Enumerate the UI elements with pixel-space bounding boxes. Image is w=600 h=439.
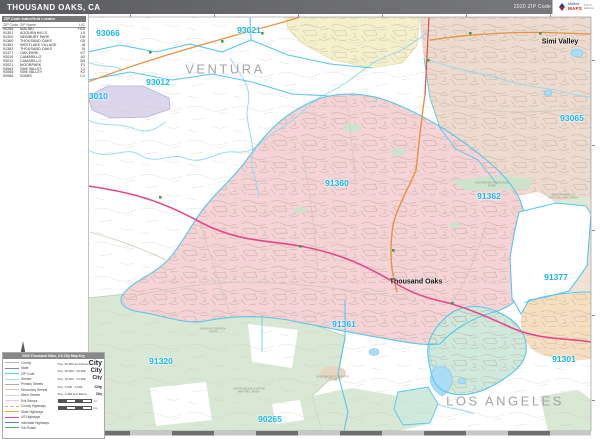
legend-item-label: Stream xyxy=(21,377,31,381)
zip-swatch xyxy=(5,373,19,374)
legend-population-item: Pop. 2,499 and Below City xyxy=(58,390,102,398)
interstate-swatch xyxy=(5,422,19,423)
legend-item-label: Primary Streets xyxy=(21,382,43,386)
scalebar-miles-bar xyxy=(58,399,92,403)
scalebar-miles: mi xyxy=(58,398,102,405)
page-title: THOUSAND OAKS, CA xyxy=(0,3,100,12)
secondary-swatch xyxy=(5,389,19,390)
countyhwy-swatch xyxy=(5,406,19,407)
legend-item-label: Exit Ramps xyxy=(21,399,37,403)
primary-swatch xyxy=(5,384,19,385)
zip-cell: 93066 xyxy=(3,75,20,79)
col-locator: L/G xyxy=(76,23,85,27)
scalebar-km-label: km xyxy=(94,406,98,410)
population-city-sample: City xyxy=(96,393,102,396)
zip-table-rows: 90265MALIBUH1091301AGOURA HILLSL991320NE… xyxy=(2,28,86,79)
brand-logo-icon xyxy=(559,3,566,11)
toll-swatch xyxy=(5,427,19,428)
brand-logo-side2: Editions xyxy=(584,6,594,10)
population-city-sample: City xyxy=(89,360,102,367)
legend-item-label: State Highways xyxy=(21,410,43,414)
population-range-label: Pop. 2,500 - 9,999 xyxy=(58,385,83,389)
state-swatch xyxy=(5,368,19,369)
legend-item-label: US Highways xyxy=(21,415,40,419)
population-range-label: Pop. 2,499 and Below xyxy=(58,392,87,396)
zip-table-row: 93066SOMISC1 xyxy=(2,75,86,79)
ushwy-swatch xyxy=(5,417,19,418)
county-swatch xyxy=(5,362,19,363)
zip-index-table: ZIP Code Index/Grid Locator ZIP Code ZIP… xyxy=(2,16,86,79)
population-range-label: Pop. 25,000 - 49,999 xyxy=(58,369,86,373)
legend-item-label: County Highways xyxy=(21,404,46,408)
legend-item-toll: Toll Roads xyxy=(5,425,56,430)
scalebar-km: km xyxy=(58,405,102,412)
legend-box: 2020 Thousand Oaks, CA City Map Key Coun… xyxy=(2,352,105,439)
legend-item-label: Secondary Streets xyxy=(21,388,47,392)
legend-line-items: CountyState ZIP CodeStreamPrimary Streets… xyxy=(5,360,56,431)
legend-item-label: Toll Roads xyxy=(21,426,36,430)
header-bar: THOUSAND OAKS, CA 2020 ZIP Code Premium … xyxy=(0,0,600,14)
statehwy-swatch xyxy=(5,411,19,412)
exit-swatch xyxy=(5,400,19,401)
brand-logo-word2: MAPS xyxy=(568,7,582,12)
population-city-sample: City xyxy=(94,385,102,389)
scalebar-miles-label: mi xyxy=(94,399,97,403)
col-zip-code: ZIP Code xyxy=(3,23,20,27)
brand-logo: Market MAPS M.A.P. Editions xyxy=(552,0,600,14)
scalebar-km-bar xyxy=(58,406,92,410)
population-range-label: Pop. 50,000 and Above xyxy=(58,362,89,366)
legend-item-label: Minor Streets xyxy=(21,393,40,397)
legend-item-label: ZIP Code xyxy=(21,372,34,376)
population-range-label: Pop. 10,000 - 24,999 xyxy=(58,377,86,381)
legend-item-label: State xyxy=(21,366,28,370)
zip-cell: SOMIS xyxy=(20,75,76,79)
col-zip-name: ZIP Name xyxy=(20,23,76,27)
stream-swatch xyxy=(5,379,19,380)
zip-cell: C1 xyxy=(76,75,85,79)
population-city-sample: City xyxy=(91,368,102,374)
legend-population-item: Pop. 10,000 - 24,999 City xyxy=(58,375,102,383)
population-city-sample: City xyxy=(93,376,102,381)
legend-population-item: Pop. 25,000 - 49,999 City xyxy=(58,368,102,376)
legend-population-item: Pop. 2,500 - 9,999 City xyxy=(58,383,102,391)
legend-right-column: Pop. 50,000 and AboveCityPop. 25,000 - 4… xyxy=(56,360,102,431)
minor-swatch xyxy=(5,395,19,396)
map-page: VENTURALOS ANGELES9306693021930129301093… xyxy=(0,0,600,439)
legend-population-items: Pop. 50,000 and AboveCityPop. 25,000 - 4… xyxy=(58,360,102,398)
legend-item-label: County xyxy=(21,361,31,365)
legend-item-label: Interstate Highways xyxy=(21,421,49,425)
legend-population-item: Pop. 50,000 and AboveCity xyxy=(58,360,102,368)
